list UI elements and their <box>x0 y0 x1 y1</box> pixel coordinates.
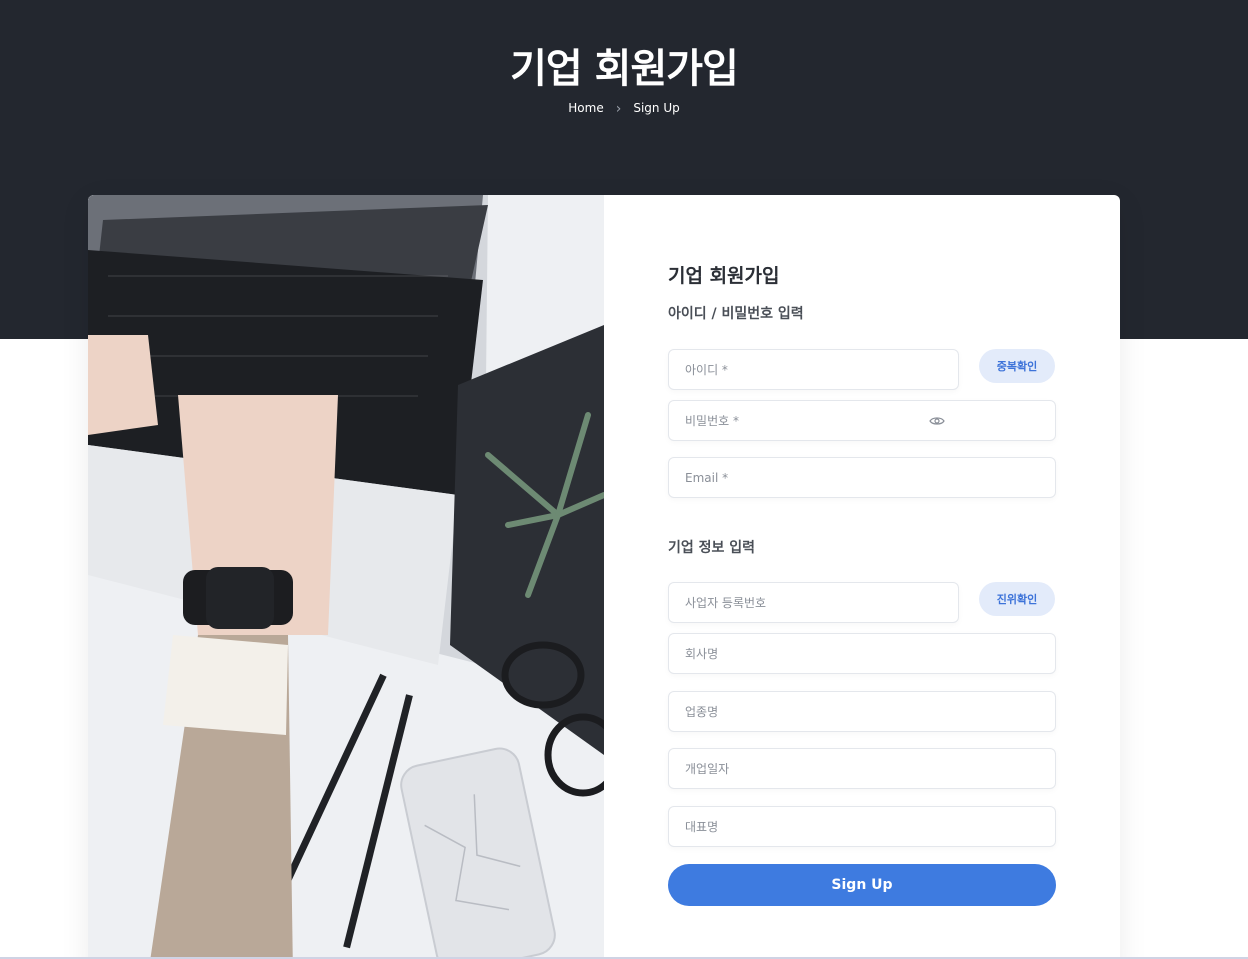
workspace-illustration <box>88 195 604 959</box>
biz-number-input[interactable] <box>669 583 958 622</box>
ceo-field <box>668 806 1056 847</box>
biz-number-field <box>668 582 959 623</box>
password-input[interactable] <box>669 401 1055 440</box>
id-field <box>668 349 959 390</box>
form-title: 기업 회원가입 <box>668 265 780 287</box>
ceo-input[interactable] <box>669 807 1055 846</box>
breadcrumb-current: Sign Up <box>633 101 680 115</box>
breadcrumb: Home › Sign Up <box>0 101 1248 117</box>
industry-input[interactable] <box>669 692 1055 731</box>
id-input[interactable] <box>669 350 958 389</box>
check-duplicate-button[interactable]: 중복확인 <box>979 349 1055 383</box>
email-field <box>668 457 1056 498</box>
breadcrumb-chevron-icon: › <box>615 101 622 117</box>
founding-date-field <box>668 748 1056 789</box>
signup-card: 기업 회원가입 아이디 / 비밀번호 입력 중복확인 기업 정보 입력 진위확인 <box>88 195 1120 959</box>
sign-up-button[interactable]: Sign Up <box>668 864 1056 906</box>
company-name-input[interactable] <box>669 634 1055 673</box>
company-section-label: 기업 정보 입력 <box>668 540 756 556</box>
company-name-field <box>668 633 1056 674</box>
signup-form: 기업 회원가입 아이디 / 비밀번호 입력 중복확인 기업 정보 입력 진위확인 <box>668 195 1056 959</box>
eye-icon[interactable] <box>929 413 945 429</box>
page-title: 기업 회원가입 <box>510 46 739 92</box>
workspace-photo <box>88 195 604 959</box>
founding-date-input[interactable] <box>669 749 1055 788</box>
industry-field <box>668 691 1056 732</box>
password-field <box>668 400 1056 441</box>
email-input[interactable] <box>669 458 1055 497</box>
verify-button[interactable]: 진위확인 <box>979 582 1055 616</box>
breadcrumb-home-link[interactable]: Home <box>568 101 603 115</box>
account-section-label: 아이디 / 비밀번호 입력 <box>668 306 804 322</box>
